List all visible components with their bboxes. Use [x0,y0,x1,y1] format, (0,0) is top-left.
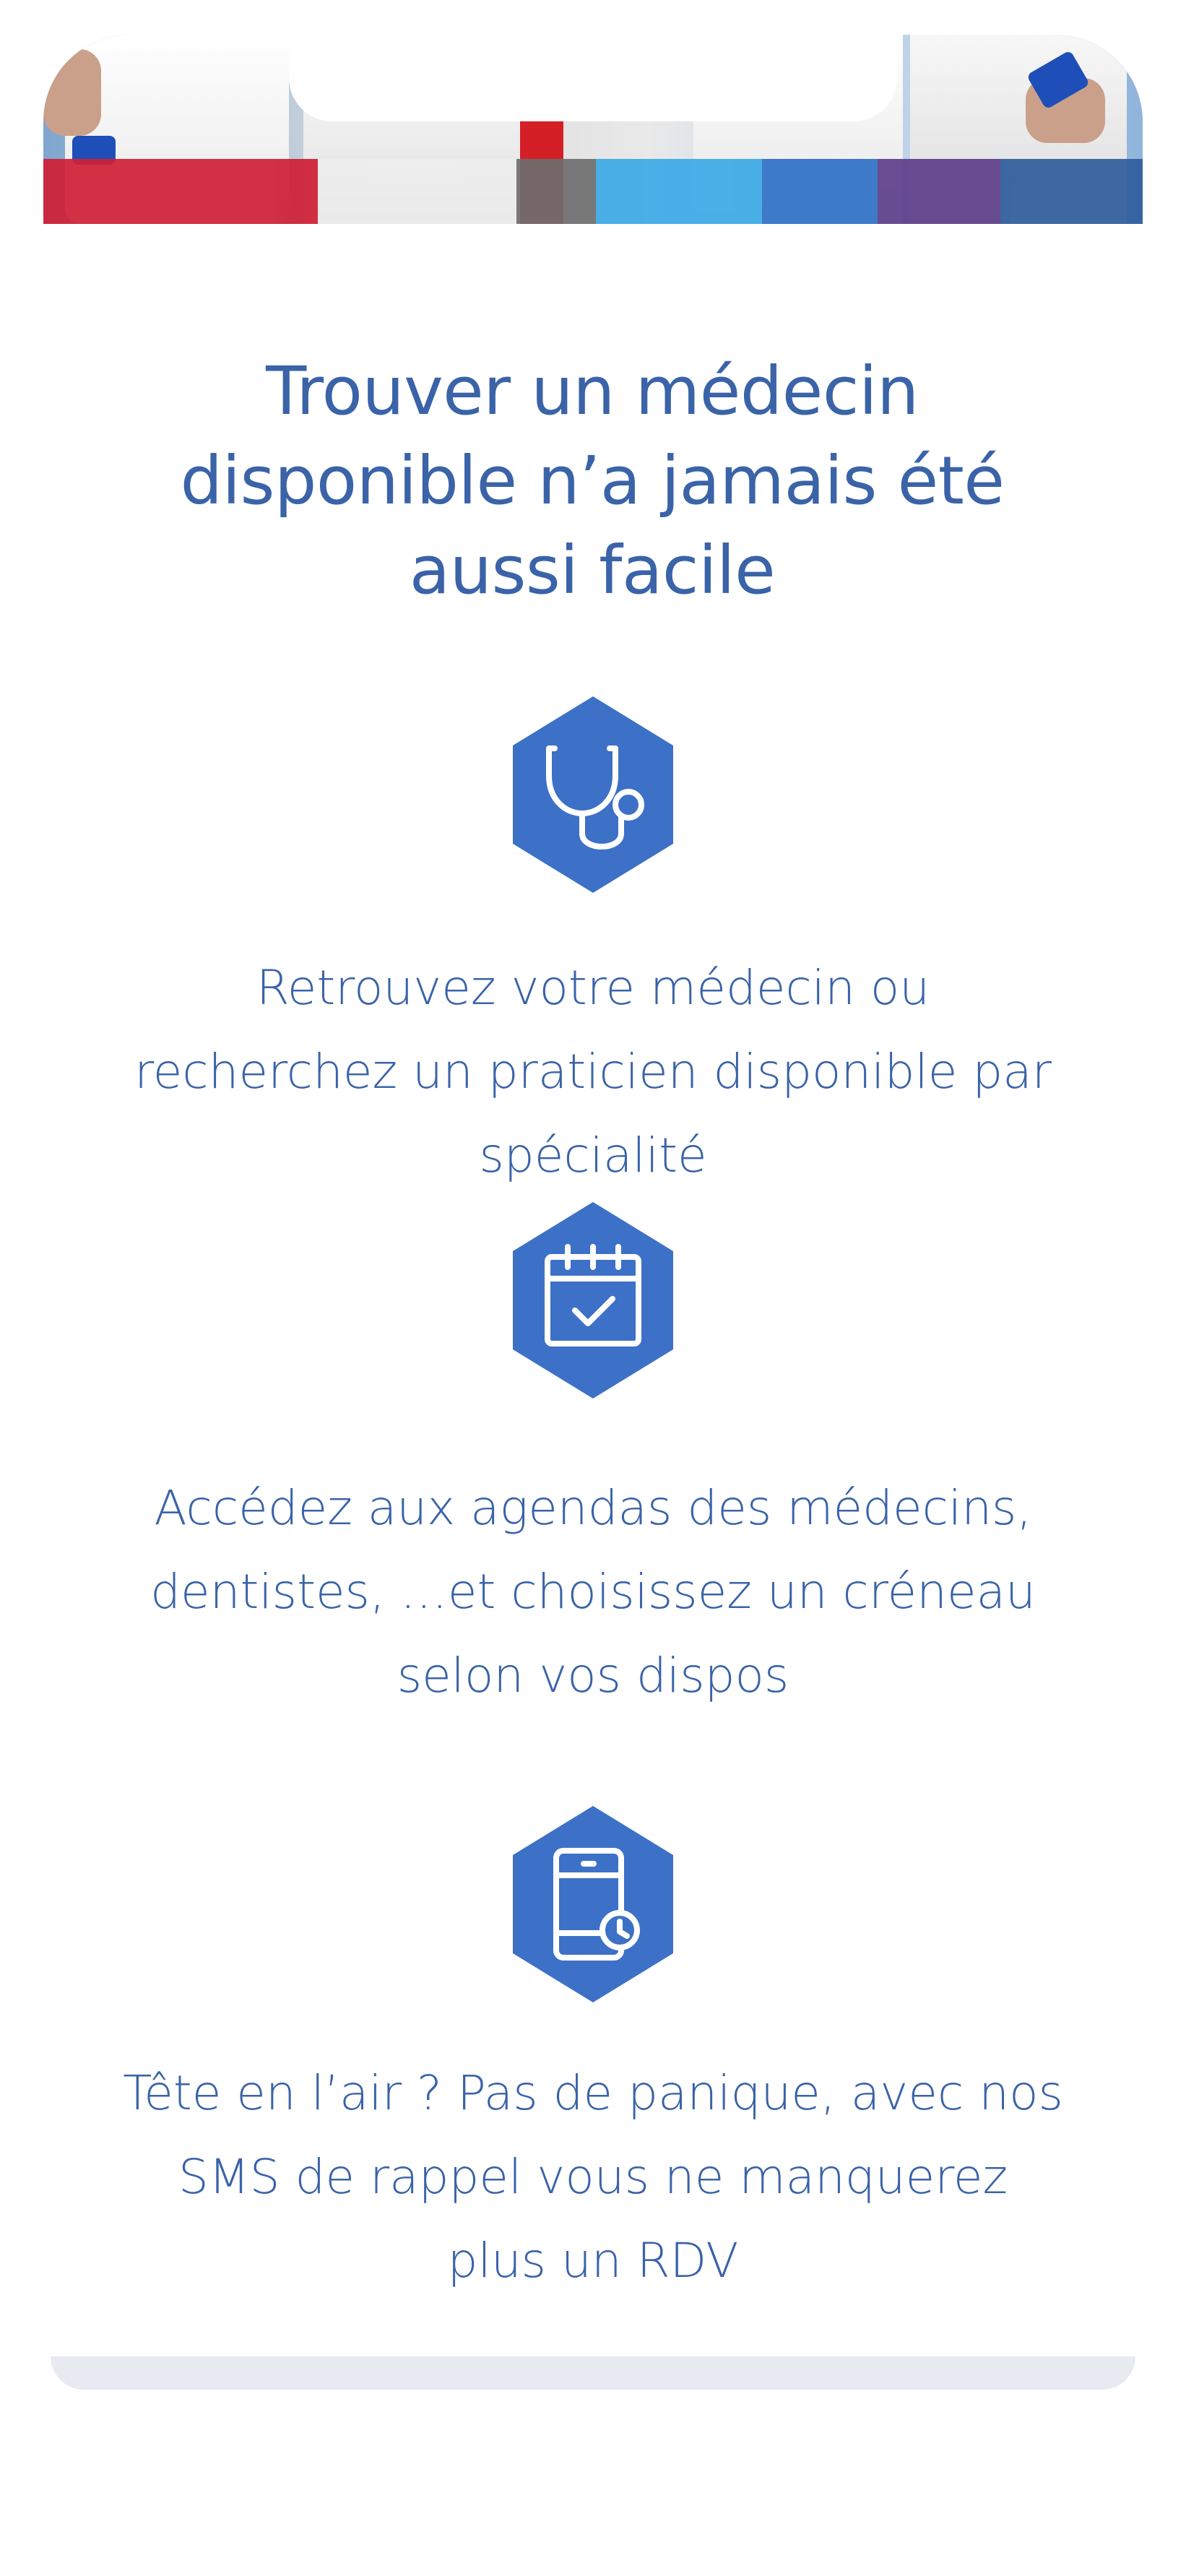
phone-notch [289,35,897,121]
stripe-segment [516,159,596,224]
stripe-segment [43,159,318,224]
main-content: Trouver un médecin disponible n’a jamais… [43,224,1143,2390]
page-title: Trouver un médecin disponible n’a jamais… [180,353,1005,609]
page: Trouver un médecin disponible n’a jamais… [0,0,1186,2576]
stripe-segment [878,159,1000,224]
calendar-check-icon [513,1202,673,1399]
stethoscope-icon [513,696,673,893]
feature-description: Retrouvez votre médecin ou recherchez un… [134,960,1052,1183]
phone-frame: Trouver un médecin disponible n’a jamais… [43,35,1143,2390]
feature-description: Accédez aux agendas des médecins, dentis… [150,1480,1036,1703]
feature-description: Tête en l’air ? Pas de panique, avec nos… [123,2065,1063,2288]
color-stripe [43,159,1143,224]
bottom-shadow-bar [51,2356,1135,2390]
arm-shape [43,49,101,136]
stripe-segment [596,159,762,224]
stripe-segment [1000,159,1143,224]
stripe-segment [318,159,516,224]
stripe-segment [762,159,878,224]
phone-clock-icon [513,1806,673,2002]
